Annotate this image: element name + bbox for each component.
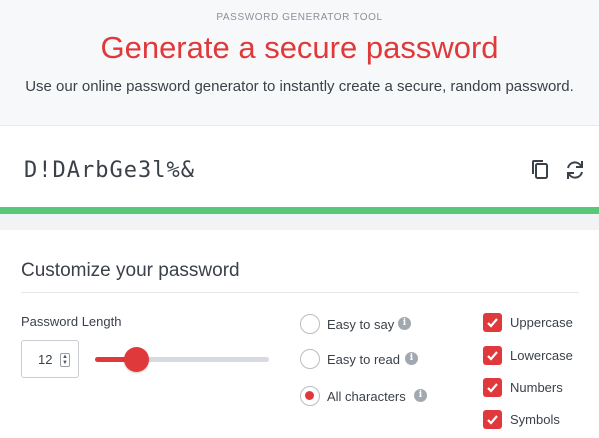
checkbox-checked[interactable]	[483, 378, 502, 397]
radio-easy-to-read[interactable]: Easy to read i	[300, 349, 430, 371]
checkbox-uppercase[interactable]: Uppercase	[483, 313, 583, 335]
length-stepper-icon[interactable]: ▲ ▼	[60, 353, 70, 367]
checkbox-checked[interactable]	[483, 410, 502, 429]
info-icon[interactable]: i	[405, 352, 418, 365]
radio-all-characters[interactable]: All characters i	[300, 386, 440, 408]
checkmark-icon	[487, 318, 498, 328]
radio-button[interactable]	[300, 314, 320, 334]
radio-label: All characters	[327, 389, 406, 404]
customize-title: Customize your password	[21, 260, 240, 281]
copy-button[interactable]	[530, 159, 552, 181]
generated-password[interactable]: D!DArbGe3l%&	[24, 158, 195, 183]
info-icon[interactable]: i	[414, 389, 427, 402]
copy-icon	[532, 160, 548, 179]
checkbox-symbols[interactable]: Symbols	[483, 410, 583, 432]
divider	[21, 292, 579, 293]
hero-section: PASSWORD GENERATOR TOOL Generate a secur…	[0, 0, 599, 125]
password-display-card: D!DArbGe3l%&	[0, 125, 599, 215]
refresh-button[interactable]	[564, 159, 586, 181]
radio-label: Easy to say	[327, 317, 395, 332]
checkmark-icon	[487, 351, 498, 361]
section-gap	[0, 214, 599, 230]
page-title: Generate a secure password	[100, 30, 499, 65]
eyebrow-text: PASSWORD GENERATOR TOOL	[216, 12, 383, 23]
radio-button-checked[interactable]	[300, 386, 320, 406]
strength-bar	[0, 207, 599, 214]
checkbox-label: Uppercase	[510, 315, 573, 330]
checkbox-checked[interactable]	[483, 313, 502, 332]
checkmark-icon	[487, 383, 498, 393]
radio-button[interactable]	[300, 349, 320, 369]
password-length-label: Password Length	[21, 314, 122, 329]
checkmark-icon	[487, 415, 498, 425]
password-length-value[interactable]: 12	[38, 352, 52, 367]
radio-easy-to-say[interactable]: Easy to say i	[300, 314, 430, 336]
refresh-icon	[567, 161, 583, 179]
checkbox-label: Symbols	[510, 412, 560, 427]
checkbox-label: Lowercase	[510, 348, 573, 363]
info-icon[interactable]: i	[398, 317, 411, 330]
checkbox-lowercase[interactable]: Lowercase	[483, 346, 583, 368]
radio-label: Easy to read	[327, 352, 400, 367]
checkbox-checked[interactable]	[483, 346, 502, 365]
length-slider-thumb[interactable]	[124, 347, 150, 372]
password-length-input[interactable]: 12 ▲ ▼	[21, 340, 79, 378]
checkbox-label: Numbers	[510, 380, 563, 395]
customize-panel: Customize your password Password Length …	[0, 230, 599, 438]
checkbox-numbers[interactable]: Numbers	[483, 378, 583, 400]
length-slider-track[interactable]	[95, 357, 269, 362]
page-subtitle: Use our online password generator to ins…	[25, 78, 574, 95]
